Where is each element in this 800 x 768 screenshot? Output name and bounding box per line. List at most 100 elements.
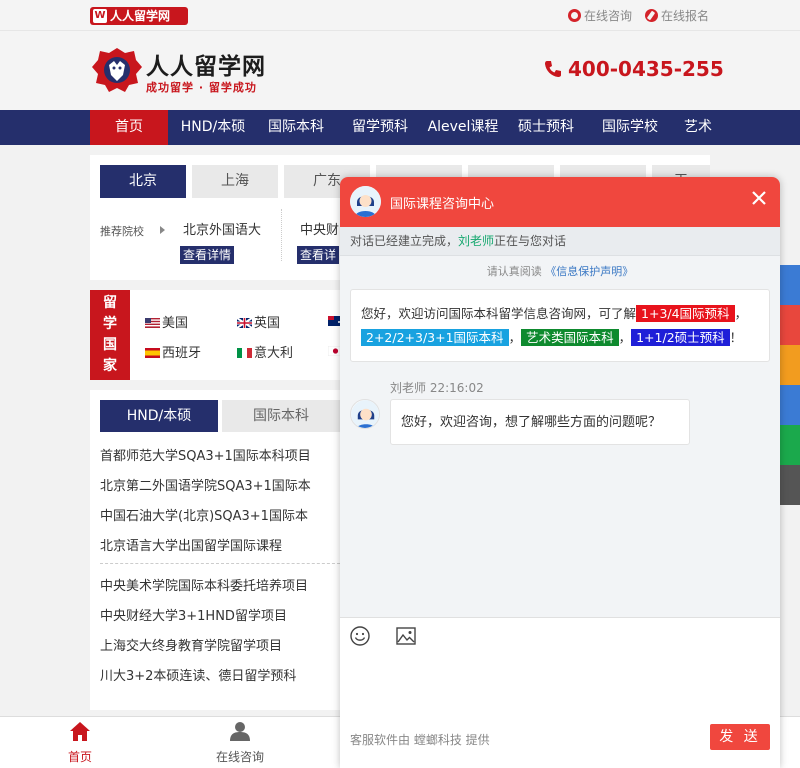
country-italy[interactable]: 意大利 bbox=[237, 342, 293, 361]
country-spain[interactable]: 西班牙 bbox=[145, 342, 201, 361]
tag-foundation-link[interactable]: 1+3/4国际预科 bbox=[636, 305, 735, 322]
hotline-number: 400-0435-255 bbox=[568, 57, 724, 81]
online-signup-label: 在线报名 bbox=[661, 9, 710, 23]
logo-title: 人人留学网 bbox=[146, 54, 266, 80]
nav-intl-undergrad[interactable]: 国际本科 bbox=[258, 110, 334, 145]
message-meta: 刘老师 22:16:02 bbox=[390, 381, 484, 395]
badge-w-icon: W bbox=[93, 9, 107, 23]
program-item[interactable]: 中央美术学院国际本科委托培养项目 bbox=[100, 575, 308, 594]
site-header: 人人留学网 成功留学 · 留学成功 400-0435-255 bbox=[0, 31, 800, 110]
school-name-2[interactable]: 中央财 bbox=[300, 219, 339, 238]
consult-circle-icon bbox=[568, 9, 581, 22]
recommend-label: 推荐院校 bbox=[100, 225, 144, 238]
send-button[interactable]: 发 送 bbox=[710, 724, 770, 750]
welcome-text: 您好，欢迎访问国际本科留学信息咨询网，可了解 bbox=[361, 306, 637, 321]
tab-city-beijing[interactable]: 北京 bbox=[100, 165, 186, 198]
program-item[interactable]: 中央财经大学3+1HND留学项目 bbox=[100, 605, 287, 624]
program-item[interactable]: 川大3+2本硕连读、德日留学预科 bbox=[100, 665, 296, 684]
nav-home[interactable]: 首页 bbox=[90, 110, 168, 145]
program-item[interactable]: 中国石油大学(北京)SQA3+1国际本 bbox=[100, 505, 308, 524]
tab-city-shanghai[interactable]: 上海 bbox=[192, 165, 278, 198]
agent-name: 刘老师 bbox=[458, 234, 495, 248]
status-prefix: 对话已经建立完成， bbox=[350, 234, 459, 248]
site-badge[interactable]: W 人人留学网 bbox=[90, 7, 188, 25]
program-item[interactable]: 上海交大终身教育学院留学项目 bbox=[100, 635, 282, 654]
nav-art[interactable]: 艺术 bbox=[676, 110, 720, 145]
view-detail-button[interactable]: 查看详情 bbox=[180, 246, 235, 264]
hotline[interactable]: 400-0435-255 bbox=[544, 57, 724, 81]
side-strip-blue-2 bbox=[780, 385, 800, 425]
message-input[interactable] bbox=[350, 654, 770, 724]
tag-char-3: 国 bbox=[103, 337, 117, 353]
uk-flag-icon bbox=[237, 318, 252, 328]
online-consult-label: 在线咨询 bbox=[584, 9, 633, 23]
agent-avatar-icon bbox=[351, 400, 379, 428]
tag-char-4: 家 bbox=[103, 358, 117, 374]
main-nav: 首页 HND/本硕 国际本科 留学预科 Alevel课程 硕士预科 国际学校 艺… bbox=[0, 110, 800, 145]
school-name-1[interactable]: 北京外国语大 bbox=[183, 219, 261, 238]
top-bar: W 人人留学网 在线咨询 在线报名 bbox=[0, 0, 800, 31]
bottom-tab-consult-label: 在线咨询 bbox=[215, 750, 264, 764]
agent-avatar-icon bbox=[350, 186, 381, 217]
privacy-notice: 请认真阅读 《信息保护声明》 bbox=[340, 263, 780, 279]
program-item[interactable]: 北京第二外国语学院SQA3+1国际本 bbox=[100, 475, 311, 494]
privacy-prefix: 请认真阅读 bbox=[486, 265, 542, 278]
sep: ， bbox=[618, 330, 632, 345]
view-detail-button-2[interactable]: 查看详 bbox=[297, 246, 340, 264]
welcome-message: 您好，欢迎访问国际本科留学信息咨询网，可了解 1+3/4国际预科， 2+2/2+3… bbox=[350, 289, 770, 362]
nav-intl-school[interactable]: 国际学校 bbox=[592, 110, 668, 145]
bottom-tab-consult[interactable]: 在线咨询 bbox=[160, 717, 320, 768]
side-strip-red bbox=[780, 305, 800, 345]
privacy-link[interactable]: 《信息保护声明》 bbox=[545, 265, 633, 278]
nav-hnd[interactable]: HND/本硕 bbox=[172, 110, 254, 145]
nav-master-prep[interactable]: 硕士预科 bbox=[508, 110, 584, 145]
lion-logo-icon[interactable] bbox=[92, 47, 142, 93]
country-usa-label: 美国 bbox=[162, 316, 189, 331]
tag-intl-undergrad-link[interactable]: 2+2/2+3/3+1国际本科 bbox=[361, 329, 509, 346]
close-icon[interactable] bbox=[751, 190, 767, 206]
bottom-tab-home[interactable]: 首页 bbox=[0, 717, 160, 768]
program-item[interactable]: 北京语言大学出国留学国际课程 bbox=[100, 535, 282, 554]
divider bbox=[281, 209, 282, 261]
tab-intl-undergrad[interactable]: 国际本科 bbox=[222, 400, 340, 432]
country-usa[interactable]: 美国 bbox=[145, 312, 188, 331]
end-mark: ！ bbox=[729, 330, 743, 345]
caret-right-icon bbox=[160, 226, 165, 234]
side-strip-blue bbox=[780, 265, 800, 305]
logo-slogan: 成功留学 · 留学成功 bbox=[146, 81, 257, 94]
us-flag-icon bbox=[145, 318, 160, 328]
chat-header: 国际课程咨询中心 bbox=[340, 177, 780, 227]
sep: ， bbox=[734, 306, 748, 321]
image-upload-icon[interactable] bbox=[396, 627, 416, 645]
country-uk[interactable]: 英国 bbox=[237, 312, 280, 331]
study-country-tag: 留 学 国 家 bbox=[90, 290, 130, 380]
badge-text: 人人留学网 bbox=[110, 9, 171, 23]
user-icon bbox=[230, 722, 250, 741]
powered-by: 客服软件由 螳螂科技 提供 bbox=[350, 733, 490, 747]
country-uk-label: 英国 bbox=[254, 316, 281, 331]
it-flag-icon bbox=[237, 348, 252, 358]
agent-message-avatar bbox=[350, 399, 380, 429]
nav-alevel[interactable]: Alevel课程 bbox=[424, 110, 502, 145]
chat-title: 国际课程咨询中心 bbox=[390, 197, 495, 212]
tag-art-undergrad-link[interactable]: 艺术类国际本科 bbox=[521, 329, 619, 346]
es-flag-icon bbox=[145, 348, 160, 358]
phone-icon bbox=[545, 61, 561, 77]
home-icon bbox=[70, 722, 90, 741]
agent-avatar bbox=[350, 186, 381, 217]
chat-input-area: 客服软件由 螳螂科技 提供 发 送 bbox=[340, 617, 780, 768]
chat-window: 国际课程咨询中心 对话已经建立完成，刘老师正在与您对话 请认真阅读 《信息保护声… bbox=[340, 177, 780, 768]
status-suffix: 正在与您对话 bbox=[494, 234, 567, 248]
tab-hnd[interactable]: HND/本硕 bbox=[100, 400, 218, 432]
tag-char-2: 学 bbox=[103, 316, 117, 332]
emoji-icon[interactable] bbox=[350, 626, 370, 646]
pencil-icon bbox=[645, 9, 658, 22]
agent-message-bubble: 您好，欢迎咨询，想了解哪些方面的问题呢？ bbox=[390, 399, 690, 445]
country-italy-label: 意大利 bbox=[254, 346, 294, 361]
online-signup-link[interactable]: 在线报名 bbox=[645, 8, 709, 24]
program-item[interactable]: 首都师范大学SQA3+1国际本科项目 bbox=[100, 445, 311, 464]
online-consult-link[interactable]: 在线咨询 bbox=[568, 8, 632, 24]
nav-foundation[interactable]: 留学预科 bbox=[342, 110, 418, 145]
tag-master-prep-link[interactable]: 1+1/2硕士预科 bbox=[631, 329, 730, 346]
sep: ， bbox=[508, 330, 522, 345]
